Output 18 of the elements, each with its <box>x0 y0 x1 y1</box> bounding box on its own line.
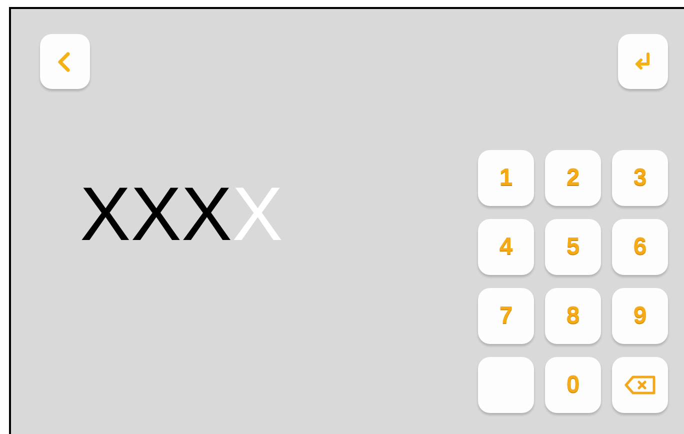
enter-button[interactable] <box>618 34 668 89</box>
digit-key[interactable]: 3 <box>612 150 668 206</box>
digit-key[interactable]: 5 <box>545 219 601 275</box>
pin-character: X <box>80 177 131 253</box>
blank-key[interactable] <box>478 357 534 413</box>
digit-key[interactable]: 8 <box>545 288 601 344</box>
backspace-key[interactable] <box>612 357 668 413</box>
backspace-icon <box>624 375 656 395</box>
digit-key[interactable]: 2 <box>545 150 601 206</box>
digit-key[interactable]: 7 <box>478 288 534 344</box>
digit-key[interactable]: 9 <box>612 288 668 344</box>
digit-key[interactable]: 0 <box>545 357 601 413</box>
pin-character: X <box>130 177 182 253</box>
digit-key[interactable]: 4 <box>478 219 534 275</box>
back-button[interactable] <box>40 34 90 89</box>
digit-key[interactable]: 1 <box>478 150 534 206</box>
digit-key[interactable]: 6 <box>612 219 668 275</box>
pin-character: X <box>181 177 232 253</box>
